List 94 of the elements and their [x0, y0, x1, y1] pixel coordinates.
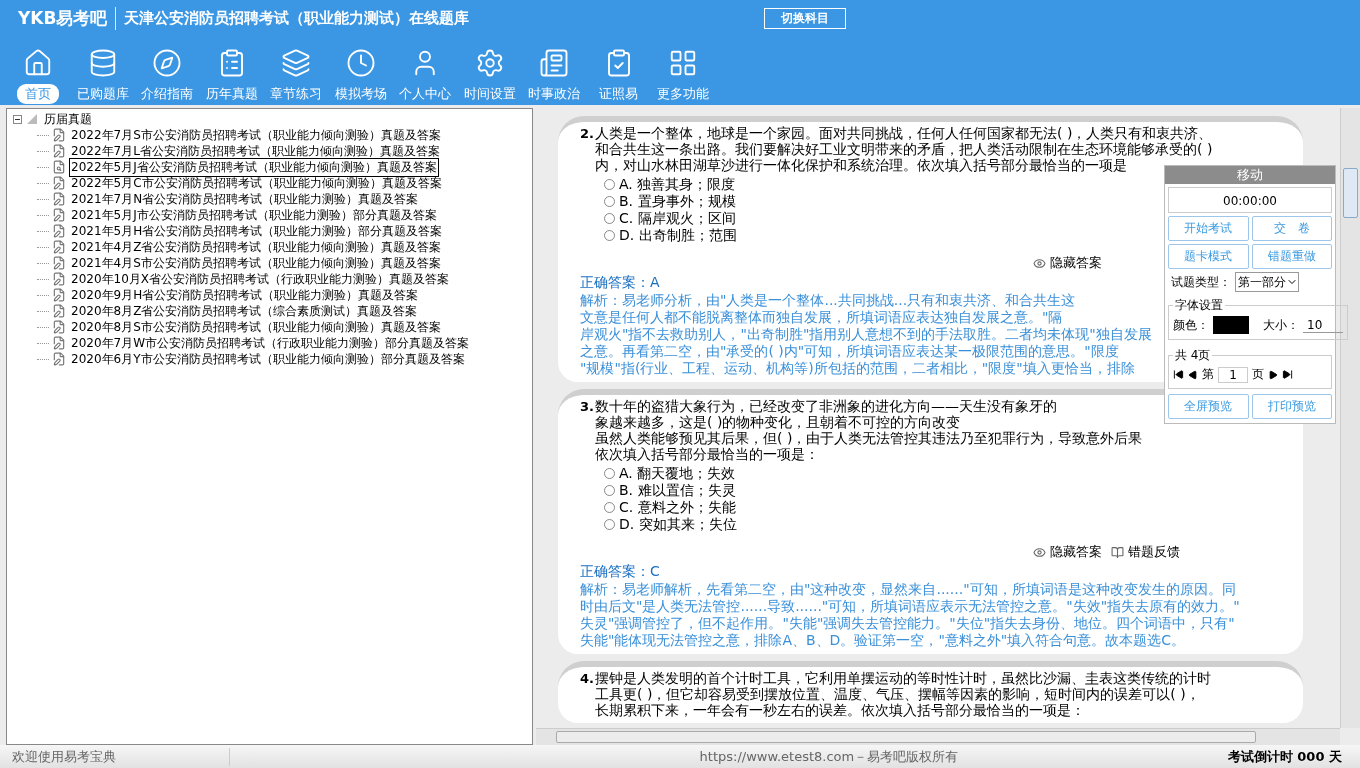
question-text: 人类是一个整体，地球是一个家园。面对共同挑战，任何人任何国家都无法( )，人类只有和衷共济、: [595, 125, 1213, 141]
eye-icon: [1033, 545, 1046, 559]
radio-button[interactable]: [604, 196, 615, 207]
option-text: A. 翻天覆地；失效: [619, 464, 736, 483]
option-text: B. 置身事外；规模: [619, 192, 736, 211]
analysis-text: "规模"指(行业、工程、运动、机构等)所包括的范围，二者相比，"限度"填入更恰当，排除: [580, 360, 1135, 377]
file-edit-icon: [52, 224, 66, 238]
group-title: 字体设置: [1174, 297, 1224, 314]
file-icon: [52, 160, 66, 174]
option-text: D. 突如其来；失位: [619, 515, 737, 534]
radio-button[interactable]: [604, 485, 615, 496]
file-edit-icon: [52, 272, 66, 286]
file-edit-icon: [52, 208, 66, 222]
question-text: 和合共生这一条出路。我们要解决好工业文明带来的矛盾，把人类活动限制在生态环境能够承受的( ): [595, 141, 1213, 157]
scroll-thumb[interactable]: [1343, 168, 1358, 218]
copyright-text: https://www.etest8.com－易考吧版权所有: [698, 747, 960, 766]
compass-icon[interactable]: [152, 48, 183, 78]
hide-answer-link[interactable]: 隐藏答案: [1033, 254, 1111, 272]
vertical-scrollbar[interactable]: [1340, 108, 1360, 728]
radio-button[interactable]: [604, 468, 615, 479]
question-text: 长期累积下来，一年会有一秒左右的误差。依次填入括号部分最恰当的一项是：: [595, 702, 1085, 718]
file-edit-icon: [52, 128, 66, 142]
radio-button[interactable]: [604, 519, 615, 530]
scroll-thumb[interactable]: [556, 731, 1256, 743]
app-logo: YKB易考吧: [18, 6, 117, 30]
hide-answer-link[interactable]: 隐藏答案: [1033, 543, 1111, 561]
analysis-text: 解析：易老师分析，由"人类是一个整体...共同挑战...只有和衷共济、和合共生这: [580, 292, 1076, 309]
status-text: 欢迎使用易考宝典: [0, 747, 230, 766]
question-text: 象越来越多，这是( )的物种变化，且朝着不可控的方向改变: [595, 414, 961, 430]
question-number: 2.: [580, 126, 595, 141]
analysis-text: 解析：易老师解析，先看第二空，由"这种改变，显然来自......"可知，所填词语是这种改变发生的原因。同: [580, 581, 1236, 598]
previous-page-icon[interactable]: [1188, 369, 1198, 380]
file-edit-icon: [52, 352, 66, 366]
newspaper-icon[interactable]: [539, 48, 570, 78]
question-text: 依次填入括号部分最恰当的一项是：: [595, 446, 819, 462]
type-select[interactable]: 第一部分: [1235, 272, 1299, 292]
panel-title: 移动: [1165, 166, 1335, 184]
book-icon: [1111, 545, 1124, 559]
countdown-text: 考试倒计时 000 天: [1227, 747, 1343, 766]
type-label: 试题类型：: [1171, 273, 1231, 291]
color-label: 颜色：: [1173, 316, 1209, 334]
color-swatch[interactable]: [1213, 316, 1249, 334]
radio-button[interactable]: [604, 230, 615, 241]
clock-icon[interactable]: [345, 48, 376, 78]
analysis-text: 之意。再看第二空，由"承受的( )内"可知，所填词语应表达某一极限范围的意思。"限度: [580, 343, 1119, 360]
page-label: 页: [1252, 366, 1264, 383]
radio-button[interactable]: [604, 213, 615, 224]
analysis-text: 时由后文"是人类无法管控......导致......"可知，所填词语应表示无法管控之意。"失效"指失去原有的效力。": [580, 598, 1240, 615]
file-edit-icon: [52, 240, 66, 254]
question-text: 内，对山水林田湖草沙进行一体化保护和系统治理。依次填入括号部分最恰当的一项是: [595, 157, 1127, 173]
question-text: 虽然人类能够预见其后果，但( )，由于人类无法管控其违法乃至犯罪行为，导致意外后果: [595, 430, 1143, 446]
question-text: 数十年的盗猎大象行为，已经改变了非洲象的进化方向——天生没有象牙的: [595, 398, 1057, 414]
file-edit-icon: [52, 288, 66, 302]
file-edit-icon: [52, 176, 66, 190]
size-label: 大小：: [1263, 316, 1299, 334]
next-page-icon[interactable]: [1268, 369, 1278, 380]
radio-button[interactable]: [604, 179, 615, 190]
option-text: C. 意料之外；失能: [619, 498, 736, 517]
eye-icon: [1033, 256, 1046, 270]
horizontal-scrollbar[interactable]: [536, 728, 1340, 745]
report-error-link[interactable]: 错题反馈: [1111, 543, 1193, 561]
last-page-icon[interactable]: [1282, 369, 1293, 380]
first-page-icon[interactable]: [1173, 369, 1184, 380]
radio-button[interactable]: [604, 502, 615, 513]
file-edit-icon: [52, 192, 66, 206]
correct-answer: 正确答案：A: [580, 274, 660, 292]
analysis-text: 文意是任何人都不能脱离整体而独自发展，所填词语应表达独自发展之意。"隔: [580, 309, 1063, 326]
file-edit-icon: [52, 320, 66, 334]
analysis-text: 失能"能体现无法管控之意，排除A、B、D。验证第一空，"意料之外"填入符合句意。故本题选C。: [580, 632, 1186, 649]
option-text: C. 隔岸观火；区间: [619, 209, 736, 228]
file-edit-icon: [52, 144, 66, 158]
option-text: D. 出奇制胜；范围: [619, 226, 737, 245]
layers-icon[interactable]: [281, 48, 312, 78]
file-edit-icon: [52, 336, 66, 350]
question-text: 摆钟是人类发明的首个计时工具，它利用单摆运动的等时性计时，虽然比沙漏、圭表这类传统的计时: [595, 670, 1211, 686]
file-edit-icon: [52, 256, 66, 270]
tree-item[interactable]: 2022年5月J省公安消防员招聘考试（职业能力倾向测验）真题及答案: [69, 157, 439, 177]
timer: 00:00:00: [1168, 187, 1332, 213]
option-text: A. 独善其身；限度: [619, 175, 736, 194]
collapse-toggle[interactable]: [13, 114, 22, 124]
question-number: 4.: [580, 671, 595, 686]
question-number: 3.: [580, 399, 595, 414]
analysis-text: 失灵"强调管控了，但不起作用。"失能"强调失去管控能力。"失位"指失去身份、地位。四个词语中，只有": [580, 615, 1235, 632]
file-edit-icon: [52, 304, 66, 318]
app-title: 天津公安消防员招聘考试（职业能力测试）在线题库: [124, 8, 471, 28]
analysis-text: 岸观火"指不去救助别人，"出奇制胜"指用别人意想不到的手法取胜。二者均未体现"独自发展: [580, 326, 1152, 343]
question-text: 工具更( )，但它却容易受到摆放位置、温度、气压、摆幅等因素的影响，短时间内的误差可以( )，: [595, 686, 1200, 702]
page-field[interactable]: 1: [1218, 366, 1248, 383]
option-text: B. 难以置信；失灵: [619, 481, 736, 500]
page-label: 第: [1202, 366, 1214, 383]
size-field[interactable]: 10: [1303, 317, 1343, 333]
page-count: 共 4页: [1174, 347, 1212, 364]
triangle-icon: [25, 113, 39, 125]
correct-answer: 正确答案：C: [580, 563, 660, 581]
